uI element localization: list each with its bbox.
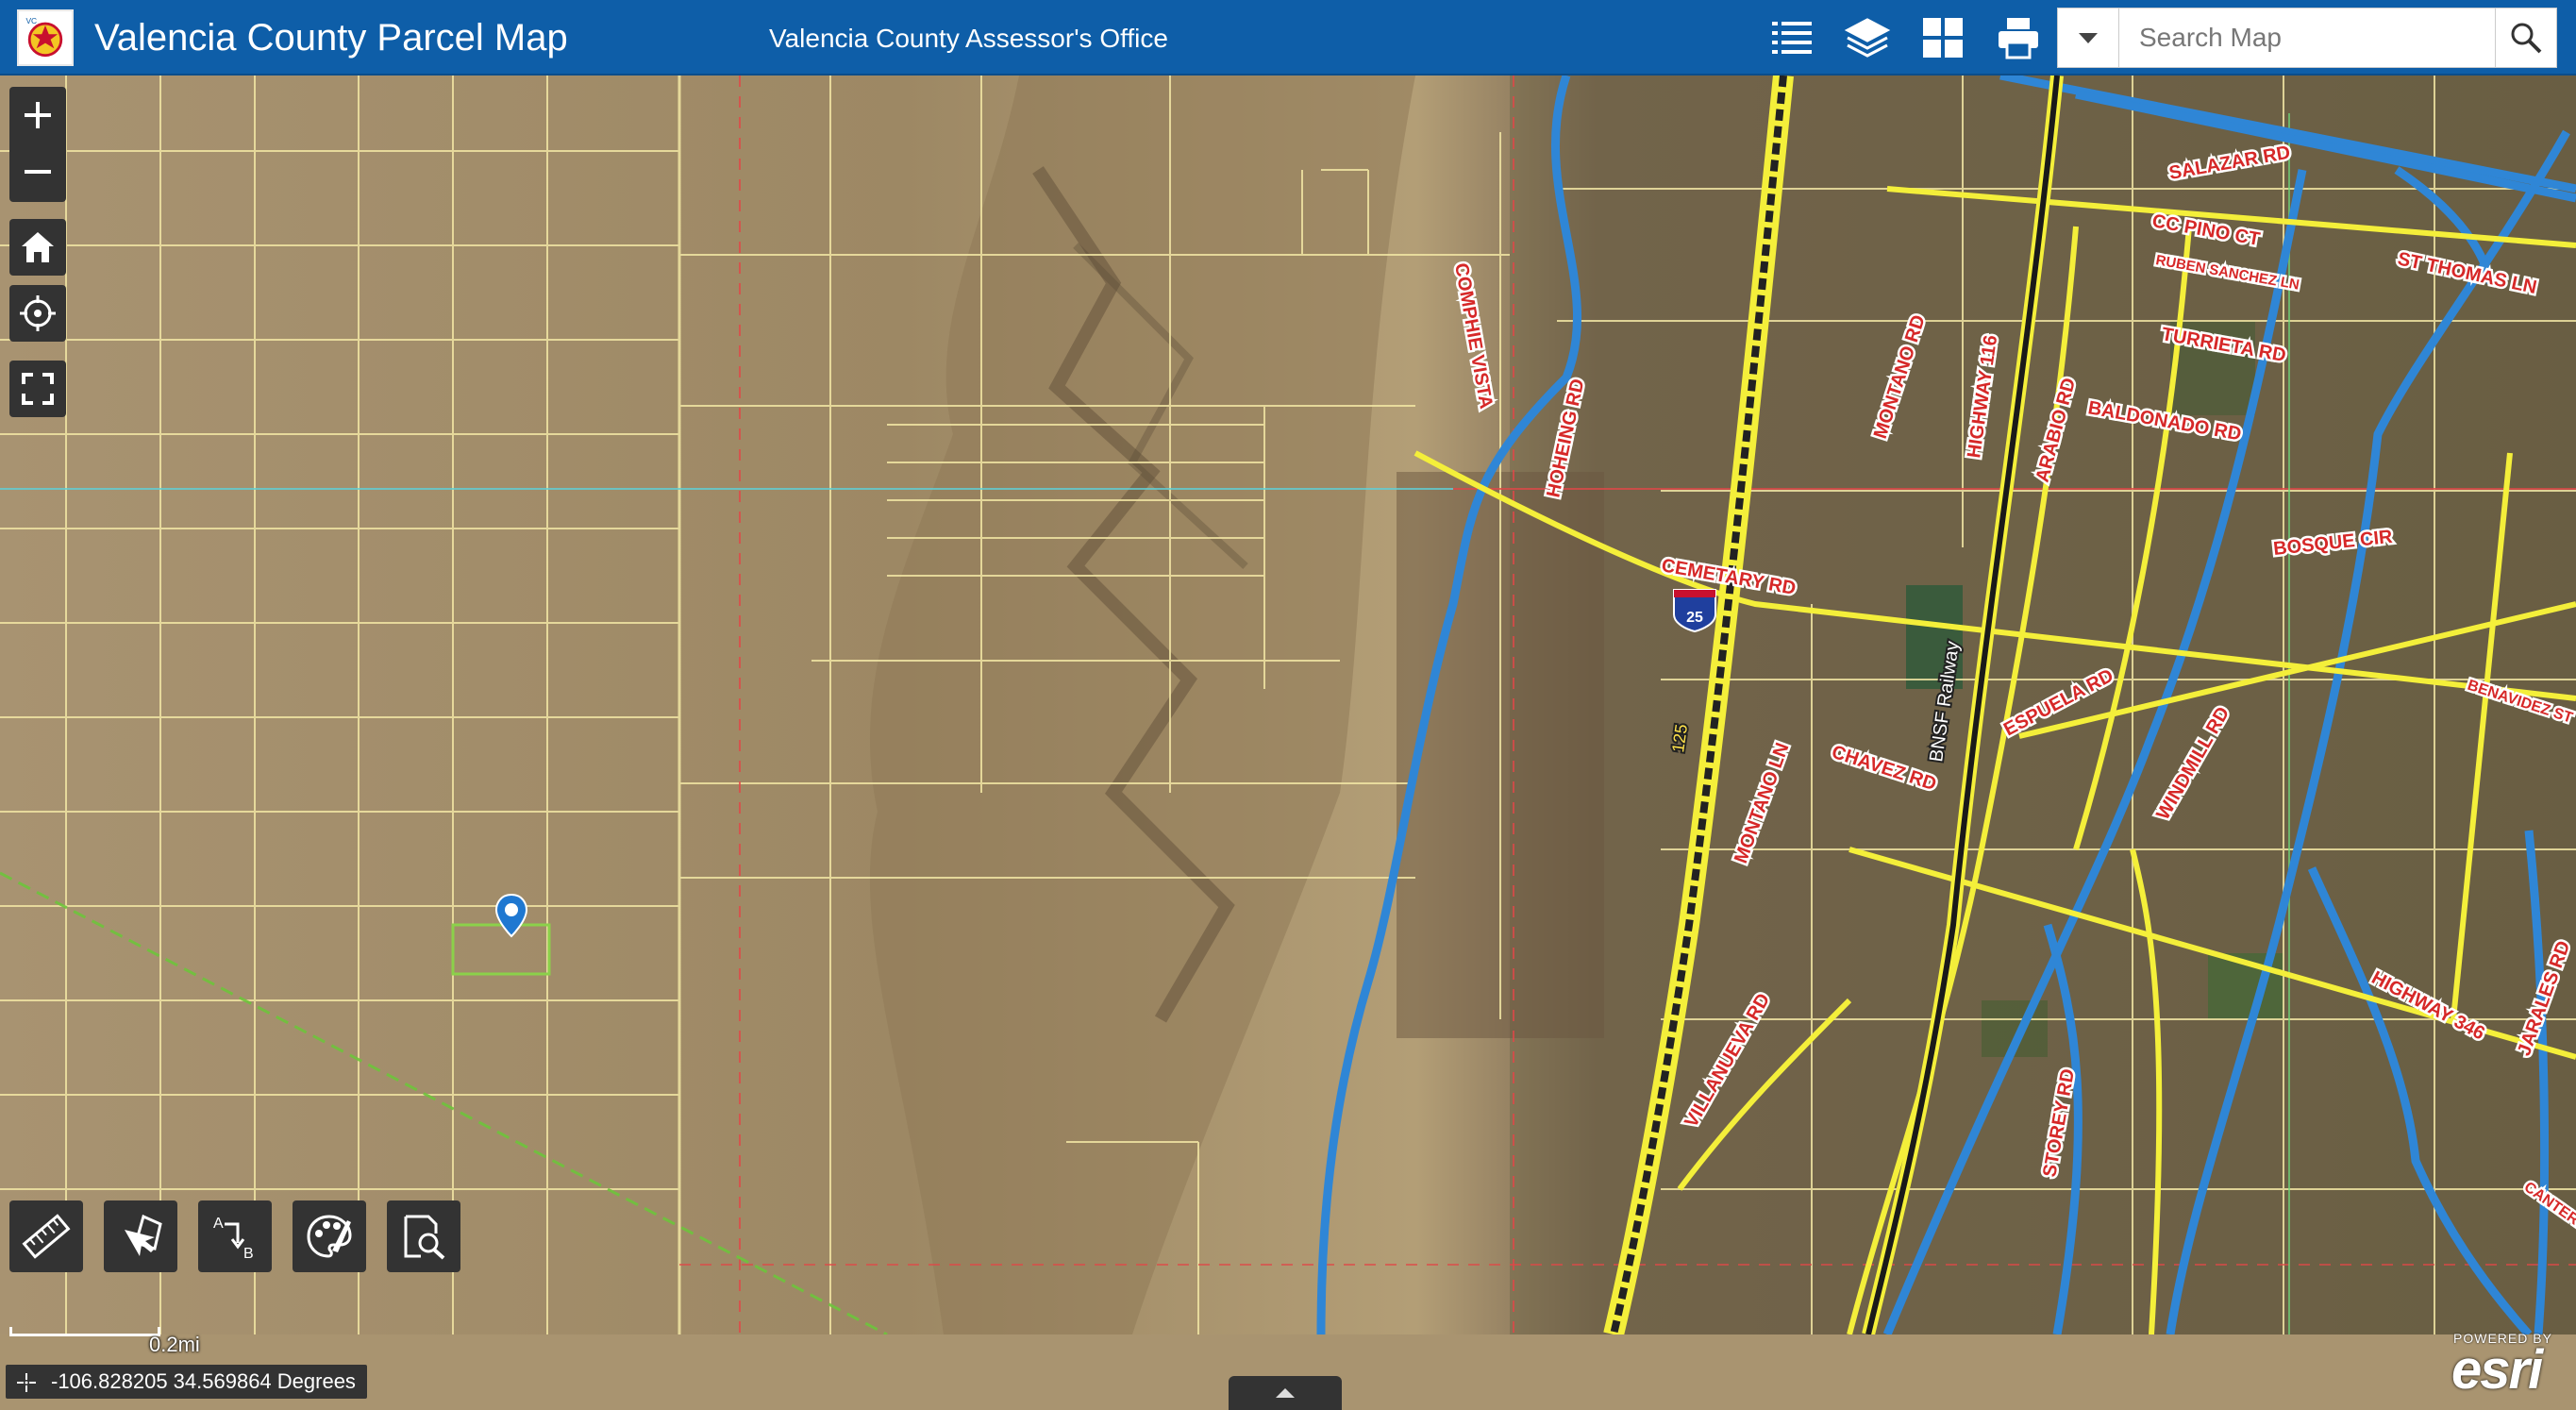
interstate-shield-icon: 25 [1673, 589, 1716, 633]
search-bar [2057, 8, 2557, 68]
zoom-out-button[interactable] [9, 143, 66, 200]
search-source-dropdown[interactable] [2058, 8, 2119, 67]
attribution-toggle[interactable] [1229, 1376, 1342, 1410]
app-title: Valencia County Parcel Map [94, 17, 568, 59]
svg-text:A: A [213, 1216, 224, 1232]
svg-text:VC: VC [25, 16, 37, 25]
home-icon [22, 232, 54, 262]
query-tool-button[interactable] [387, 1200, 460, 1272]
measure-tool-button[interactable] [9, 1200, 83, 1272]
coordinate-text: -106.828205 34.569864 Degrees [51, 1369, 356, 1393]
zoom-in-button[interactable] [9, 87, 66, 143]
directions-tool-button[interactable]: AB [198, 1200, 272, 1272]
fullscreen-icon [22, 373, 54, 405]
zoom-controls [9, 87, 66, 202]
print-button[interactable] [1989, 11, 2048, 64]
a-to-b-icon: AB [213, 1216, 254, 1262]
legend-button[interactable] [1763, 11, 1821, 64]
app-header: VC Valencia County Parcel Map Valencia C… [0, 0, 2576, 76]
search-input[interactable] [2120, 8, 2488, 67]
document-search-icon [404, 1215, 445, 1260]
layers-button[interactable] [1838, 11, 1897, 64]
select-cursor-icon [125, 1214, 162, 1256]
basemap-button[interactable] [1914, 11, 1972, 64]
grid-icon [1923, 18, 1963, 58]
app-subtitle: Valencia County Assessor's Office [769, 24, 1168, 53]
highway-label: 125 [1668, 723, 1691, 754]
chevron-down-icon [2079, 33, 2098, 43]
list-icon [1772, 22, 1812, 54]
crosshair-icon [20, 295, 56, 331]
map-imagery[interactable]: 25 COMPHIE VISTA CEMETARY RD HOHEING RD … [0, 76, 2576, 1334]
layers-icon [1844, 18, 1891, 58]
home-button[interactable] [9, 219, 66, 276]
plus-icon [25, 102, 51, 128]
chevron-up-icon [1276, 1388, 1295, 1398]
printer-icon [1999, 18, 2038, 59]
search-button[interactable] [2495, 8, 2556, 67]
fullscreen-button[interactable] [9, 361, 66, 417]
shield-number: 25 [1686, 610, 1703, 626]
locate-button[interactable] [9, 285, 66, 342]
county-seal-logo: VC [17, 9, 74, 66]
scale-bar [9, 1327, 160, 1336]
search-icon [2511, 23, 2542, 54]
svg-text:B: B [243, 1246, 254, 1262]
crosshair-small-icon [17, 1373, 36, 1392]
scale-label: 0.2mi [149, 1333, 200, 1356]
draw-tool-button[interactable] [293, 1200, 366, 1272]
coordinate-readout[interactable]: -106.828205 34.569864 Degrees [6, 1365, 367, 1399]
ruler-icon [22, 1214, 71, 1259]
select-tool-button[interactable] [104, 1200, 177, 1272]
esri-logo[interactable]: esri [2451, 1338, 2543, 1402]
minus-icon [25, 170, 51, 174]
palette-icon [307, 1215, 352, 1258]
map-view[interactable]: 25 COMPHIE VISTA CEMETARY RD HOHEING RD … [0, 76, 2576, 1410]
